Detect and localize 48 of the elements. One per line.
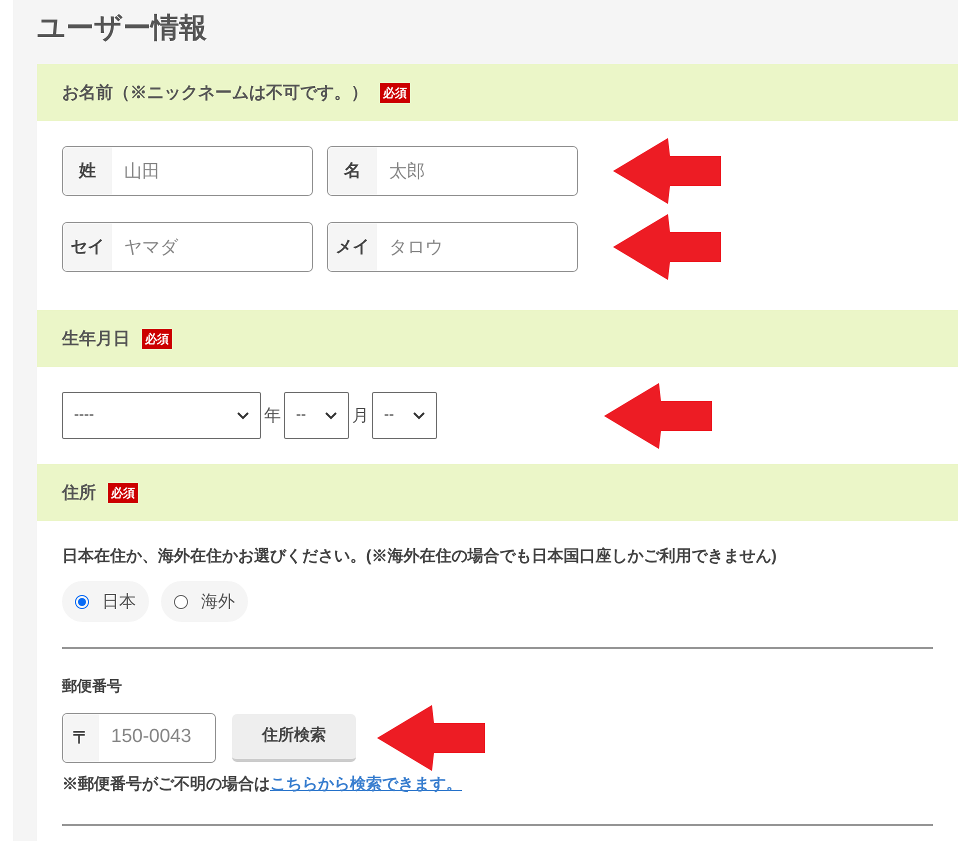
date-select[interactable]: -- xyxy=(284,392,349,439)
postal-input[interactable]: 150-0043 xyxy=(99,714,215,762)
text-field[interactable]: 姓 山田 xyxy=(62,146,313,196)
date-select[interactable]: -- xyxy=(372,392,437,439)
radio-button[interactable] xyxy=(75,594,89,608)
section-title: 生年月日 xyxy=(62,328,130,350)
postal-label: 郵便番号 xyxy=(62,677,123,697)
arrow-icon xyxy=(613,138,721,204)
arrow-icon xyxy=(377,704,485,770)
date-unit: 月 xyxy=(352,404,369,427)
arrow-icon xyxy=(604,382,712,448)
text-field[interactable]: 名 太郎 xyxy=(327,146,578,196)
field-label: セイ xyxy=(63,223,112,271)
instruction-text: 日本在住か、海外在住かお選びください。(※海外在住の場合でも日本国口座しかご利用できません) xyxy=(62,546,778,567)
text-field[interactable]: メイ タロウ xyxy=(327,222,578,272)
radio-label: 日本 xyxy=(102,590,136,613)
date-unit: 年 xyxy=(264,404,281,427)
field-label: メイ xyxy=(328,223,377,271)
name-input[interactable]: タロウ xyxy=(377,223,577,271)
radio-label: 海外 xyxy=(201,590,235,613)
radio-button[interactable] xyxy=(174,594,188,608)
name-input[interactable]: 太郎 xyxy=(377,147,577,195)
name-input[interactable]: ヤマダ xyxy=(112,223,312,271)
section-title: お名前（※ニックネームは不可です。） xyxy=(62,82,368,104)
page-title: ユーザー情報 xyxy=(37,11,208,45)
chevron-down-icon xyxy=(413,412,425,420)
section-title: 住所 xyxy=(62,482,96,504)
select-value: -- xyxy=(384,405,394,426)
radio-option[interactable]: 海外 xyxy=(161,581,248,622)
field-label: 姓 xyxy=(63,147,112,195)
chevron-down-icon xyxy=(325,412,337,420)
address-search-button[interactable]: 住所検索 xyxy=(232,714,356,762)
name-input[interactable]: 山田 xyxy=(112,147,312,195)
select-value: -- xyxy=(296,405,306,426)
required-badge: 必須 xyxy=(142,328,172,348)
postal-field[interactable]: 〒 150-0043 xyxy=(62,712,216,762)
postal-note: ※郵便番号がご不明の場合はこちらから検索できます。 xyxy=(62,774,463,794)
date-select[interactable]: ---- xyxy=(62,392,261,439)
postal-prefix: 〒 xyxy=(63,714,99,762)
required-badge: 必須 xyxy=(108,482,138,502)
text-field[interactable]: セイ ヤマダ xyxy=(62,222,313,272)
radio-option[interactable]: 日本 xyxy=(62,581,149,622)
field-label: 名 xyxy=(328,147,377,195)
search-link[interactable]: こちらから検索できます。 xyxy=(270,776,462,792)
required-badge: 必須 xyxy=(380,82,410,102)
chevron-down-icon xyxy=(237,412,249,420)
select-value: ---- xyxy=(74,405,94,426)
arrow-icon xyxy=(613,214,721,280)
